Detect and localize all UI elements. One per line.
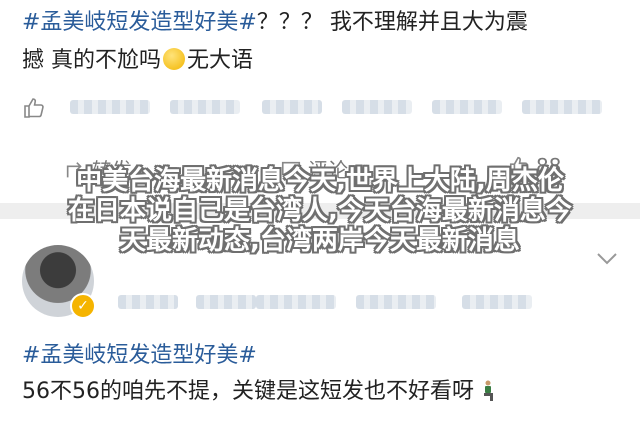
- blurred-username: [432, 100, 502, 114]
- comment-hashtag[interactable]: #孟美岐短发造型好美#: [22, 337, 257, 369]
- post-text-line-1: #孟美岐短发造型好美#？？？ 我不理解并且大为震: [22, 8, 528, 38]
- liked-by-row: [22, 92, 622, 124]
- overlay-headline: 中美台海最新消息今天,世界上大陆,周杰伦 在日本说自己是台湾人,今天台海最新消息…: [0, 166, 640, 256]
- comment-body: 56不56的咱先不提，关键是这短发也不好看呀: [22, 379, 474, 404]
- blurred-username: [462, 295, 532, 309]
- post-hashtag[interactable]: #孟美岐短发造型好美#: [22, 10, 257, 35]
- blurred-username: [196, 295, 256, 309]
- post-text-end: 无大语: [187, 48, 254, 73]
- blurred-username: [356, 295, 436, 309]
- blurred-username: [256, 295, 336, 309]
- blurred-username: [70, 100, 150, 114]
- comment-card: ✓ #孟美岐短发造型好美# 56不56的咱先不提，关键是这短发也不好看呀: [22, 245, 622, 421]
- blurred-username: [262, 100, 322, 114]
- comment-text: 56不56的咱先不提，关键是这短发也不好看呀: [22, 373, 495, 405]
- blurred-username: [118, 295, 178, 309]
- blurred-username: [522, 100, 602, 114]
- thumbs-up-icon[interactable]: [22, 96, 46, 120]
- blurred-username: [342, 100, 412, 114]
- grimace-emoji-icon: [163, 48, 185, 70]
- post-text-line-2: 撼 真的不尬吗 无大语: [22, 46, 253, 76]
- blurred-username: [170, 100, 240, 114]
- post-text: ？？？ 我不理解并且大为震: [256, 10, 528, 35]
- overlay-line-2: 在日本说自己是台湾人,今天台海最新消息今: [68, 196, 572, 226]
- kneeling-person-icon: [484, 380, 493, 401]
- post-text-continued: 撼 真的不尬吗: [22, 48, 161, 73]
- overlay-line-1: 中美台海最新消息今天,世界上大陆,周杰伦: [76, 166, 564, 196]
- verified-icon: ✓: [70, 293, 96, 319]
